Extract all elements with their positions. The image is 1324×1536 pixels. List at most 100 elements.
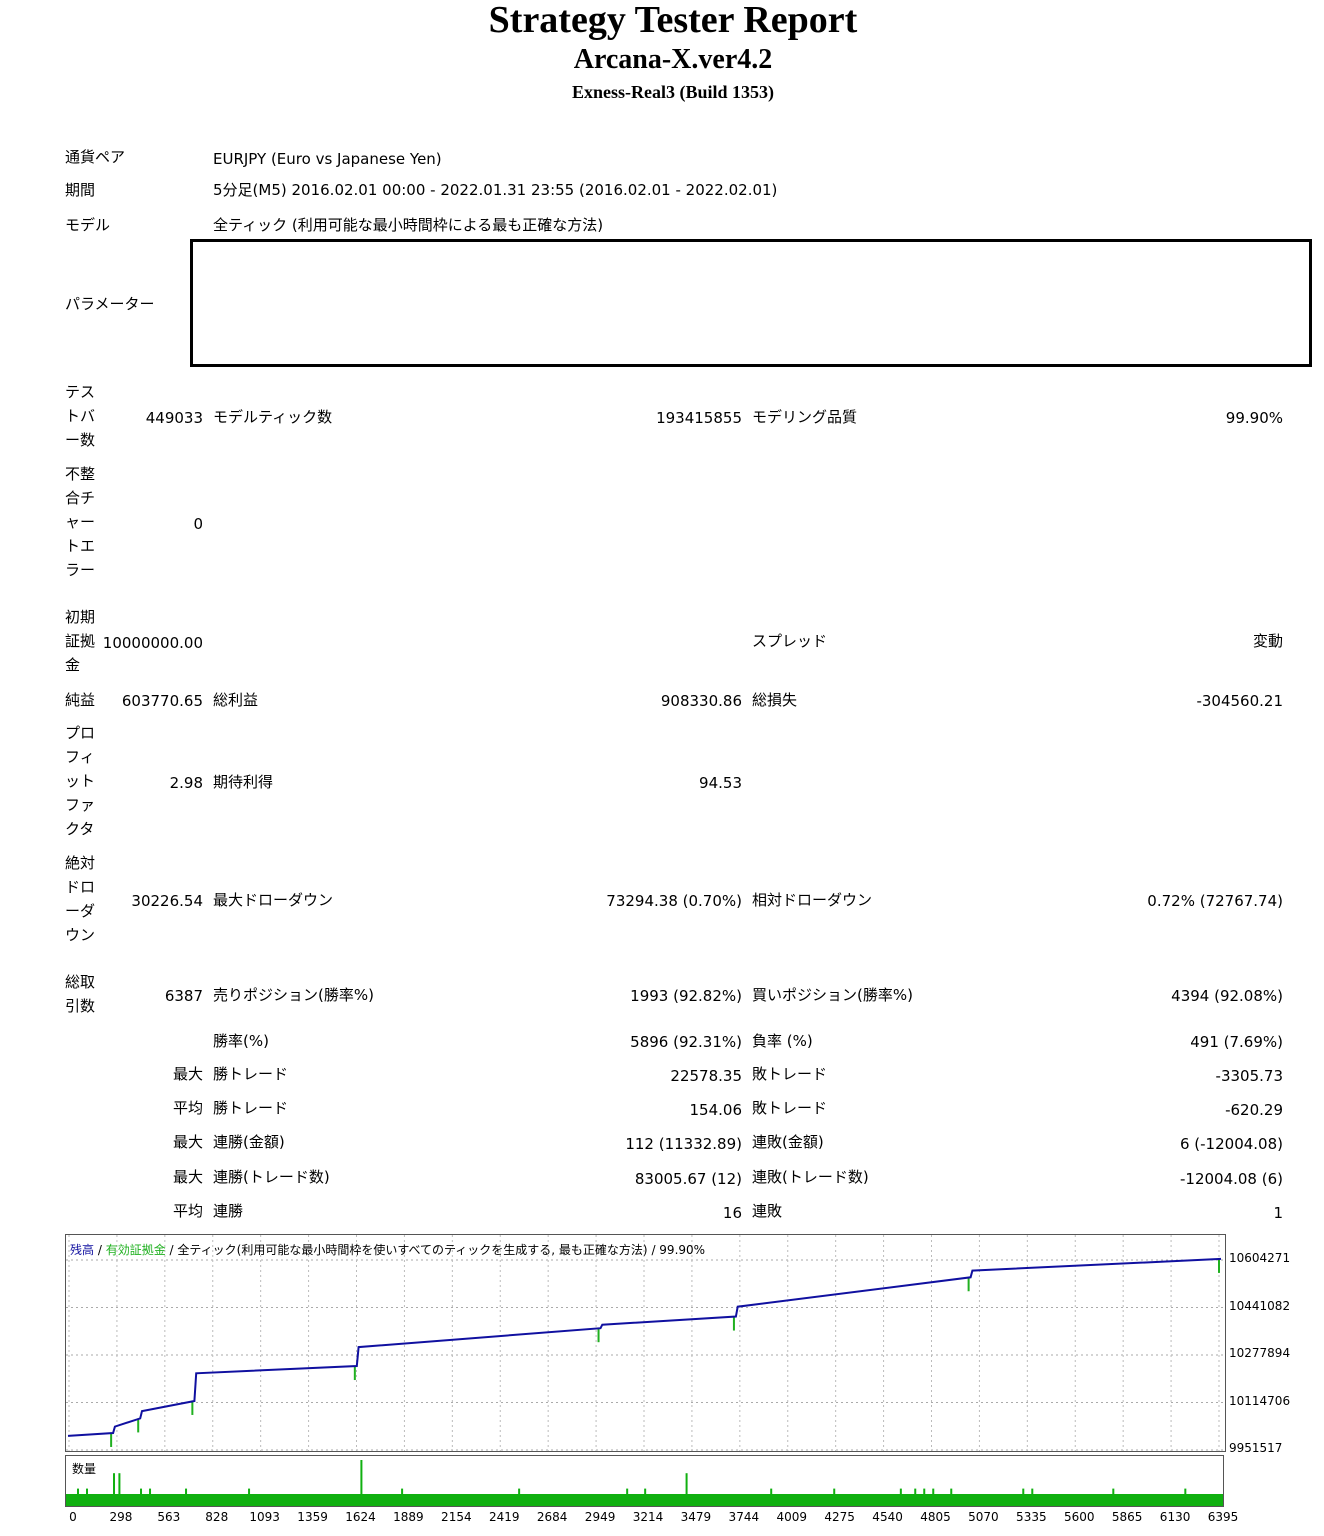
long-value: 4394 (92.08%): [1171, 987, 1283, 1005]
x-tick-label: 6395: [1207, 1510, 1239, 1524]
volume-bar: [833, 1488, 836, 1504]
quality-value: 99.90%: [1225, 409, 1283, 427]
volume-bar: [185, 1488, 188, 1504]
report-title: Strategy Tester Report: [488, 0, 858, 41]
volume-chart: [65, 1455, 1224, 1507]
cl-count-label: 連敗(トレード数): [752, 1168, 869, 1186]
abs-dd-label: 絶対ドローダウン: [65, 854, 96, 944]
gross-loss-label: 総損失: [752, 691, 798, 709]
ticks-label: モデルティック数: [213, 408, 333, 426]
pair-label: 通貨ペア: [65, 148, 126, 166]
period-label: 期間: [65, 181, 96, 199]
x-tick-label: 2684: [536, 1510, 568, 1524]
gross-profit-value: 908330.86: [660, 692, 742, 710]
max-label: 最大: [172, 1065, 203, 1083]
volume-label: 数量: [72, 1462, 97, 1476]
max-win-value: 22578.35: [670, 1067, 742, 1085]
mismatch-label: 不整合チャートエラー: [65, 465, 96, 579]
win-value: 5896 (92.31%): [630, 1033, 742, 1051]
rel-dd-label: 相対ドローダウン: [752, 891, 873, 909]
pair-value: EURJPY (Euro vs Japanese Yen): [213, 150, 442, 168]
pf-value: 2.98: [169, 774, 203, 792]
max-label-3: 最大: [172, 1168, 203, 1186]
total-label: 総取引数: [65, 973, 96, 1015]
x-tick-label: 298: [109, 1510, 133, 1524]
avg-label: 平均: [172, 1099, 203, 1117]
x-tick-label: 563: [157, 1510, 181, 1524]
parameters-box: [190, 239, 1312, 367]
legend-model: 全ティック(利用可能な最小時間枠を使いすべてのティックを生成する, 最も正確な方…: [177, 1243, 648, 1257]
x-tick-label: 5600: [1063, 1510, 1095, 1524]
x-tick-label: 1359: [297, 1510, 328, 1524]
x-tick-label: 3744: [728, 1510, 760, 1524]
x-tick-label: 5335: [1016, 1510, 1047, 1524]
volume-bar: [401, 1488, 404, 1504]
x-tick-label: 2419: [488, 1510, 520, 1524]
x-tick-label: 828: [205, 1510, 229, 1524]
cl-money-label: 連敗(金額): [752, 1133, 824, 1151]
chart-legend: 残高 / 有効証拠金 / 全ティック(利用可能な最小時間枠を使いすべてのティック…: [70, 1241, 705, 1258]
x-tick-label: 2949: [584, 1510, 616, 1524]
avg-cw-value: 16: [722, 1204, 742, 1222]
volume-bar: [140, 1488, 143, 1504]
avg-win-value: 154.06: [689, 1101, 743, 1119]
volume-bar: [685, 1473, 688, 1504]
volume-bar: [1184, 1488, 1187, 1504]
max-dd-value: 73294.38 (0.70%): [606, 892, 742, 910]
period-value: 5分足(M5) 2016.02.01 00:00 - 2022.01.31 23…: [213, 181, 778, 199]
gross-loss-value: -304560.21: [1196, 692, 1283, 710]
y-tick-label: 10441082: [1229, 1298, 1291, 1313]
x-tick-label: 4275: [824, 1510, 855, 1524]
x-tick-label: 1093: [249, 1510, 280, 1524]
legend-equity: 有効証拠金: [105, 1243, 166, 1257]
loss-label: 負率 (%): [752, 1032, 813, 1050]
deposit-label: 初期証拠金: [65, 608, 96, 674]
volume-bar: [899, 1488, 902, 1504]
cw-count-label: 連勝(トレード数): [213, 1168, 330, 1186]
avg-cl-label: 連敗: [752, 1202, 783, 1220]
x-tick-label: 3214: [632, 1510, 664, 1524]
bars-value: 449033: [145, 409, 203, 427]
max-dd-label: 最大ドローダウン: [213, 891, 334, 909]
avg-loss-value: -620.29: [1225, 1101, 1283, 1119]
short-label: 売りポジション(勝率%): [213, 986, 374, 1004]
cw-money-label: 連勝(金額): [213, 1133, 285, 1151]
x-tick-label: 0: [69, 1510, 77, 1524]
volume-bar: [118, 1473, 121, 1504]
legend-quality: 99.90%: [659, 1243, 706, 1257]
x-tick-label: 4805: [920, 1510, 951, 1524]
volume-bar: [518, 1488, 521, 1504]
net-label: 純益: [65, 691, 96, 709]
volume-bar: [149, 1488, 152, 1504]
y-tick-label: 10604271: [1229, 1251, 1291, 1265]
win-label: 勝率(%): [213, 1032, 269, 1050]
expected-label: 期待利得: [213, 773, 274, 791]
volume-bar: [914, 1488, 917, 1504]
x-tick-label: 5070: [968, 1510, 999, 1524]
cl-count-value: -12004.08 (6): [1179, 1170, 1283, 1188]
x-tick-label: 2154: [441, 1510, 472, 1524]
params-label: パラメーター: [65, 295, 155, 313]
x-tick-label: 3479: [680, 1510, 712, 1524]
abs-dd-value: 30226.54: [131, 892, 203, 910]
spread-value: 変動: [1252, 632, 1283, 650]
ticks-value: 193415855: [656, 409, 742, 427]
quality-label: モデリング品質: [752, 408, 858, 426]
x-tick-label: 6130: [1159, 1510, 1191, 1524]
volume-bar: [360, 1460, 363, 1504]
model-label: モデル: [65, 216, 111, 234]
x-tick-label: 4540: [872, 1510, 903, 1524]
y-tick-label: 10114706: [1229, 1393, 1291, 1408]
model-value: 全ティック (利用可能な最小時間枠による最も正確な方法): [213, 216, 604, 234]
legend-sep-2: /: [165, 1243, 178, 1257]
bars-label: テストバー数: [65, 383, 96, 449]
mismatch-value: 0: [193, 515, 203, 533]
legend-balance: 残高: [70, 1243, 95, 1257]
avg-cl-value: 1: [1273, 1204, 1283, 1222]
legend-sep-3: /: [647, 1243, 660, 1257]
legend-sep-1: /: [94, 1243, 106, 1257]
expected-value: 94.53: [699, 774, 742, 792]
max-loss-label: 敗トレード: [752, 1065, 828, 1083]
y-tick-label: 10277894: [1229, 1346, 1291, 1360]
volume-bar: [113, 1473, 116, 1504]
